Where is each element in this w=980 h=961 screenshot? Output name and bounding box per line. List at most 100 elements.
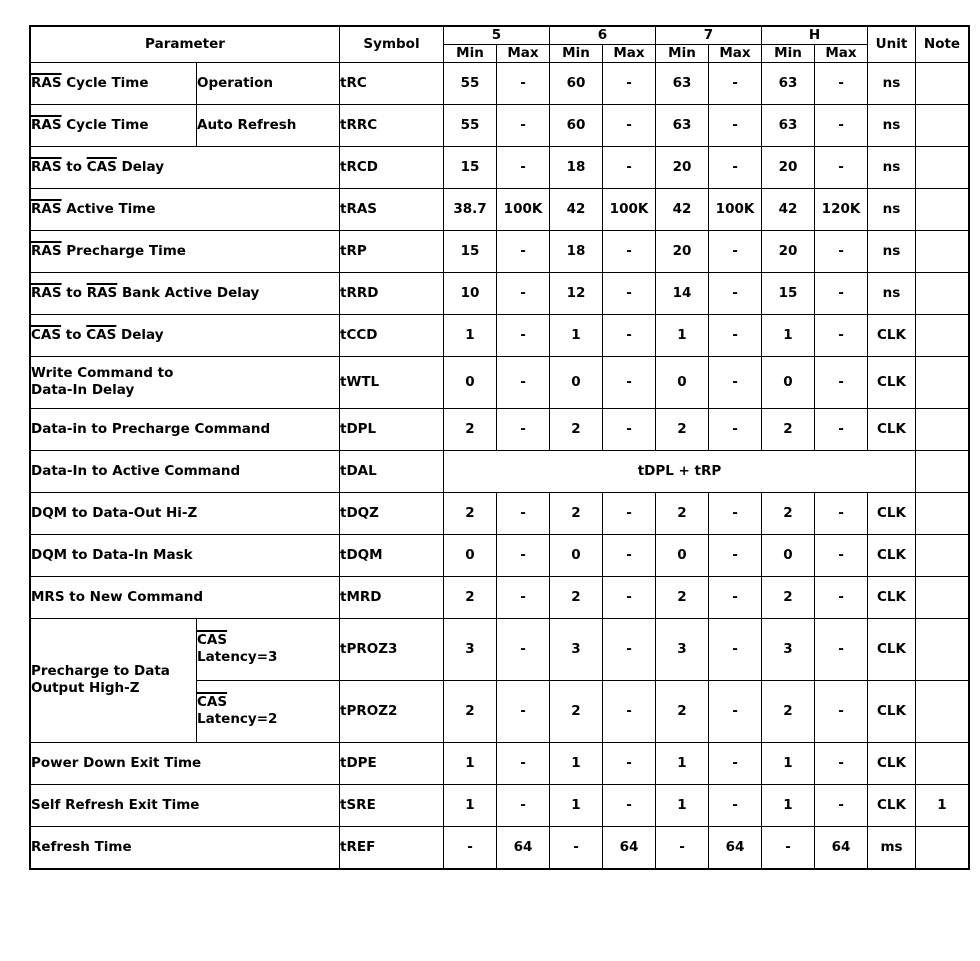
row-value-6: 2 <box>761 491 815 535</box>
row-value-6: 63 <box>761 61 815 105</box>
row-value-1: - <box>496 313 550 357</box>
row-value-1: - <box>496 145 550 189</box>
row-value-5: 64 <box>708 825 762 869</box>
row-value-4: 14 <box>655 271 709 315</box>
row-value-1: - <box>496 617 550 681</box>
row-value-6: 3 <box>761 617 815 681</box>
row-value-5: - <box>708 229 762 273</box>
row-value-2: 42 <box>549 187 603 231</box>
row-value-3: - <box>602 145 656 189</box>
row-value-4: 1 <box>655 783 709 827</box>
row-value-1: - <box>496 575 550 619</box>
row-value-4: 42 <box>655 187 709 231</box>
table-row: RAS Cycle Time Auto Refresh tRRC 55-60-63-6… <box>30 103 969 147</box>
row-value-3: - <box>602 741 656 785</box>
row-value-3: 64 <box>602 825 656 869</box>
row-value-5: - <box>708 617 762 681</box>
row-note <box>915 679 969 743</box>
row-symbol: tCCD <box>339 313 444 357</box>
row-symbol: tDQZ <box>339 491 444 535</box>
row-unit: ns <box>867 145 916 189</box>
row-value-2: 2 <box>549 575 603 619</box>
table-body: RAS Cycle Time Operation tRC 55-60-63-63- ns… <box>30 61 969 869</box>
row-value-1: - <box>496 783 550 827</box>
row-unit: ms <box>867 825 916 869</box>
row-value-0: 55 <box>443 103 497 147</box>
row-unit: ns <box>867 271 916 315</box>
row-parameter-condition: Auto Refresh <box>196 103 340 147</box>
row-value-1: - <box>496 679 550 743</box>
table-row: Data-In to Active Command tDAL tDPL + tRP <box>30 449 969 493</box>
header-unit: Unit <box>867 26 916 63</box>
row-note <box>915 103 969 147</box>
table-row: RAS Precharge Time tRP 15-18-20-20- ns <box>30 229 969 273</box>
row-value-4: 3 <box>655 617 709 681</box>
row-unit: ns <box>867 229 916 273</box>
row-value-3: - <box>602 229 656 273</box>
row-note <box>915 491 969 535</box>
row-unit: ns <box>867 103 916 147</box>
row-parameter-label: CAS to CAS Delay <box>30 313 340 357</box>
row-note <box>915 61 969 105</box>
row-value-3: - <box>602 617 656 681</box>
row-symbol: tDQM <box>339 533 444 577</box>
row-value-3: - <box>602 61 656 105</box>
header-min-h: Min <box>761 43 815 63</box>
row-value-5: - <box>708 355 762 409</box>
row-value-6: 1 <box>761 741 815 785</box>
row-value-1: - <box>496 355 550 409</box>
row-note <box>915 229 969 273</box>
row-value-2: 0 <box>549 355 603 409</box>
header-max-6: Max <box>602 43 656 63</box>
row-value-1: 100K <box>496 187 550 231</box>
row-value-0: 2 <box>443 679 497 743</box>
row-value-7: - <box>814 145 868 189</box>
row-parameter-label: MRS to New Command <box>30 575 340 619</box>
row-note <box>915 187 969 231</box>
row-value-1: - <box>496 229 550 273</box>
table-row: RAS to RAS Bank Active Delay tRRD 10-12-14… <box>30 271 969 315</box>
row-symbol: tPROZ3 <box>339 617 444 681</box>
row-value-7: - <box>814 61 868 105</box>
row-parameter-label: Write Command to Data-In Delay <box>30 355 340 409</box>
table-header: Parameter Symbol 5 6 7 H Unit Note Min M… <box>30 26 969 63</box>
row-note <box>915 407 969 451</box>
row-value-5: - <box>708 313 762 357</box>
header-parameter: Parameter <box>30 26 340 63</box>
row-value-4: 63 <box>655 103 709 147</box>
header-group-5: 5 <box>443 26 550 45</box>
header-max-5: Max <box>496 43 550 63</box>
row-value-0: 1 <box>443 741 497 785</box>
table-row: Data-in to Precharge Command tDPL 2-2-2-2-… <box>30 407 969 451</box>
row-parameter-label: DQM to Data-Out Hi-Z <box>30 491 340 535</box>
row-unit: CLK <box>867 741 916 785</box>
row-value-5: - <box>708 741 762 785</box>
table-row: Write Command to Data-In Delay tWTL 0-0-0-0… <box>30 355 969 409</box>
row-value-5: - <box>708 271 762 315</box>
row-value-2: - <box>549 825 603 869</box>
row-value-3: - <box>602 783 656 827</box>
row-symbol: tRC <box>339 61 444 105</box>
row-value-4: 0 <box>655 533 709 577</box>
row-value-3: - <box>602 103 656 147</box>
row-value-4: 2 <box>655 491 709 535</box>
row-value-2: 2 <box>549 679 603 743</box>
row-unit: CLK <box>867 313 916 357</box>
row-value-2: 3 <box>549 617 603 681</box>
row-parameter-label: Power Down Exit Time <box>30 741 340 785</box>
row-value-2: 60 <box>549 61 603 105</box>
row-value-0: 10 <box>443 271 497 315</box>
row-value-6: 0 <box>761 355 815 409</box>
row-value-7: - <box>814 617 868 681</box>
row-parameter-condition: Operation <box>196 61 340 105</box>
header-min-5: Min <box>443 43 497 63</box>
header-max-h: Max <box>814 43 868 63</box>
row-unit: CLK <box>867 679 916 743</box>
row-value-4: 2 <box>655 407 709 451</box>
row-value-0: 2 <box>443 407 497 451</box>
row-value-4: 20 <box>655 229 709 273</box>
table-row: Refresh Time tREF -64-64-64-64 ms <box>30 825 969 869</box>
row-note <box>915 825 969 869</box>
header-min-7: Min <box>655 43 709 63</box>
row-value-6: 1 <box>761 313 815 357</box>
